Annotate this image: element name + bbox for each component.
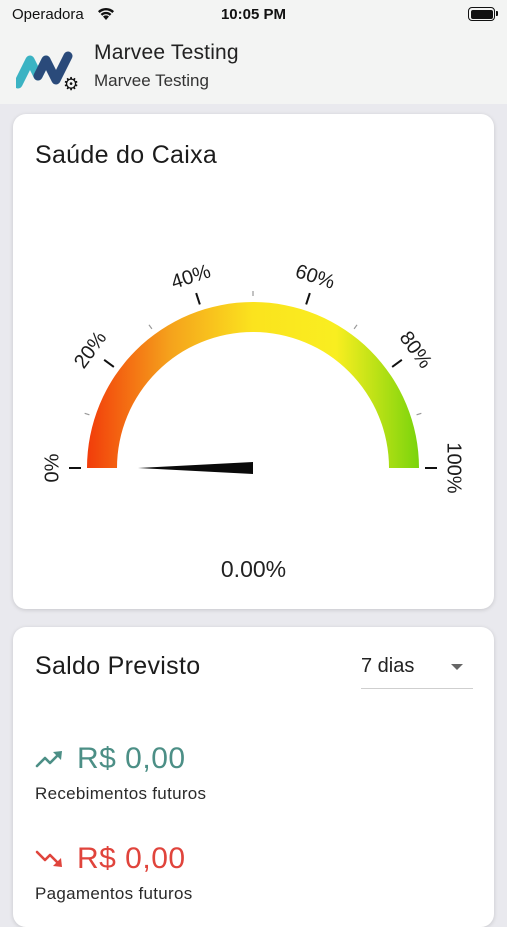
battery-icon (468, 7, 498, 21)
gauge-major-tick (195, 292, 201, 305)
gauge-minor-tick (416, 412, 422, 416)
gauge-minor-tick (148, 324, 153, 330)
gauge-tick-label: 0% (41, 453, 63, 482)
gauge-tick-label: 80% (395, 327, 436, 372)
gauge-major-tick (391, 359, 403, 368)
period-dropdown[interactable]: 7 dias (361, 651, 473, 689)
gauge-arc (87, 302, 419, 468)
trending-down-icon (35, 850, 62, 867)
payments-summary: R$ 0,00 Pagamentos futuros (35, 842, 193, 904)
cash-health-title: Saúde do Caixa (35, 141, 218, 169)
gauge-major-tick (305, 292, 311, 305)
receipts-amount: R$ 0,00 (77, 742, 186, 775)
payments-label: Pagamentos futuros (35, 884, 193, 903)
gauge-tick-label: 60% (293, 260, 338, 293)
gauge-needle (138, 462, 253, 474)
cash-health-value: 0.00% (220, 556, 287, 582)
chevron-down-icon (451, 664, 463, 670)
receipts-summary: R$ 0,00 Recebimentos futuros (35, 742, 206, 804)
gauge-minor-tick (353, 324, 358, 330)
gauge-major-tick (103, 359, 115, 368)
trending-up-icon (35, 751, 62, 768)
payments-amount: R$ 0,00 (77, 842, 186, 875)
gauge-tick-label: 100% (443, 442, 465, 493)
receipts-label: Recebimentos futuros (35, 784, 207, 803)
status-bar: Operadora 10:05 PM (0, 0, 507, 30)
forecast-card: Saldo Previsto 7 dias R$ 0,00 Recebiment… (13, 627, 494, 927)
company-title: Marvee Testing (94, 41, 239, 64)
cash-health-card: Saúde do Caixa 0% 20% 40% 60% 80% 100% 0.00% (13, 114, 494, 609)
period-selected: 7 dias (361, 655, 415, 677)
gauge-minor-tick (84, 412, 90, 416)
clock: 10:05 PM (220, 6, 287, 23)
forecast-title: Saldo Previsto (35, 652, 201, 680)
cash-health-gauge: 0% 20% 40% 60% 80% 100% (41, 260, 465, 493)
company-subtitle: Marvee Testing (94, 71, 209, 90)
gauge-tick-label: 40% (169, 260, 214, 293)
app-header: ⚙ Marvee Testing Marvee Testing (0, 30, 507, 104)
gear-icon[interactable]: ⚙ (63, 75, 79, 93)
gauge-tick-label: 20% (70, 327, 111, 372)
